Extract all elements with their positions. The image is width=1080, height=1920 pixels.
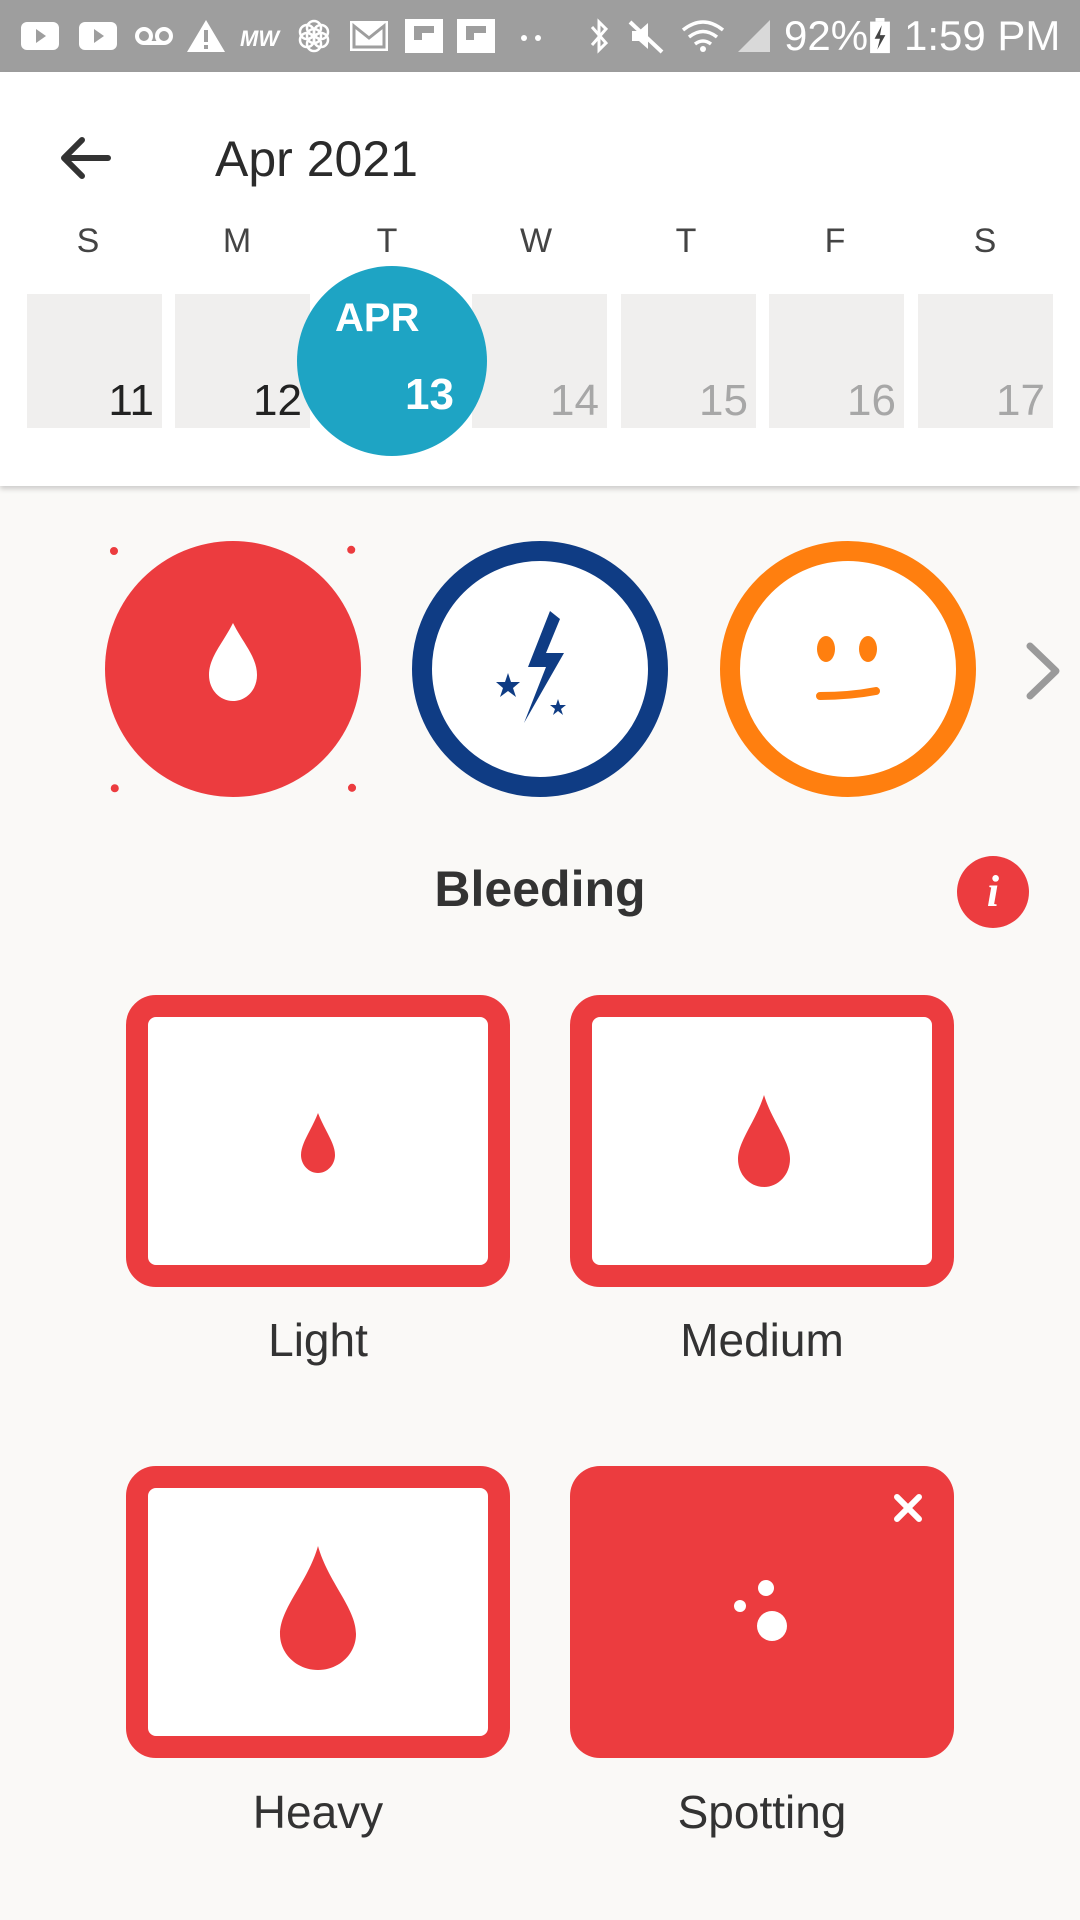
small-drop-icon [301,1113,335,1173]
spotting-option-tile[interactable] [570,1466,954,1758]
clock: 1:59 PM [904,12,1061,59]
day-number: 17 [996,376,1045,425]
day-number: 11 [108,376,154,425]
medium-option-label: Medium [680,1314,844,1366]
weekday-label: S [76,222,100,260]
day-cell[interactable]: 16 [769,294,904,428]
month-title: Apr 2021 [215,131,418,187]
weekday-label: T [376,222,398,260]
emotion-category-button[interactable] [720,541,976,797]
day-cell[interactable]: 17 [918,294,1053,428]
svg-text:MW: MW [240,26,281,51]
bleeding-category-button[interactable] [105,541,361,797]
weekday-label: W [519,222,553,260]
light-option-label: Light [268,1314,368,1366]
mute-icon [628,20,664,54]
day-cell[interactable]: 12 [175,294,310,428]
selected-day[interactable]: APR 13 [297,266,487,456]
flower-icon [298,19,330,53]
day-number: 12 [253,376,302,425]
chevron-right-icon[interactable] [1018,636,1068,706]
day-number: 16 [847,376,896,425]
weekday-label: S [973,222,997,260]
spotting-option-label: Spotting [677,1786,847,1838]
large-drop-icon [280,1546,356,1670]
voicemail-icon [135,27,173,45]
close-icon[interactable] [888,1488,928,1528]
more-notifications-icon [521,35,541,41]
youtube-notification-icon-2 [79,22,117,50]
weekday-label: F [824,222,846,260]
section-title: Bleeding [434,861,646,917]
heavy-option-tile[interactable] [126,1466,510,1758]
pain-category-button[interactable] [412,541,668,797]
selected-day-month: APR [335,296,420,340]
flipboard-icon-2 [457,19,495,53]
day-cell[interactable]: 11 [27,294,162,428]
day-cell[interactable]: 14 [472,294,607,428]
spotting-dots-icon [734,1580,787,1641]
info-icon[interactable]: i [957,856,1029,928]
bluetooth-icon [590,18,609,54]
light-option-tile[interactable] [126,995,510,1287]
battery-charging-icon [870,18,890,54]
day-cell[interactable]: 15 [621,294,756,428]
flipboard-icon [405,19,443,53]
weekday-label: T [675,222,697,260]
warning-icon [187,20,225,52]
status-bar: MW 92% 1:59 PM [0,0,1080,72]
weekday-label: M [222,222,252,260]
day-number: 15 [699,376,748,425]
app-notification-icon: MW [240,26,281,51]
cell-signal-icon [738,20,770,52]
battery-percent: 92% [784,12,869,59]
wifi-icon [681,20,725,52]
week-header: Apr 2021 S M T W T F S 11 12 14 15 16 17… [0,72,1080,486]
heavy-option-label: Heavy [252,1786,384,1838]
youtube-notification-icon [21,22,59,50]
selected-day-number: 13 [405,370,454,419]
medium-drop-icon [738,1095,790,1187]
gmail-icon [350,21,388,51]
medium-option-tile[interactable] [570,995,954,1287]
day-number: 14 [550,376,599,425]
back-arrow-icon[interactable] [52,126,116,190]
